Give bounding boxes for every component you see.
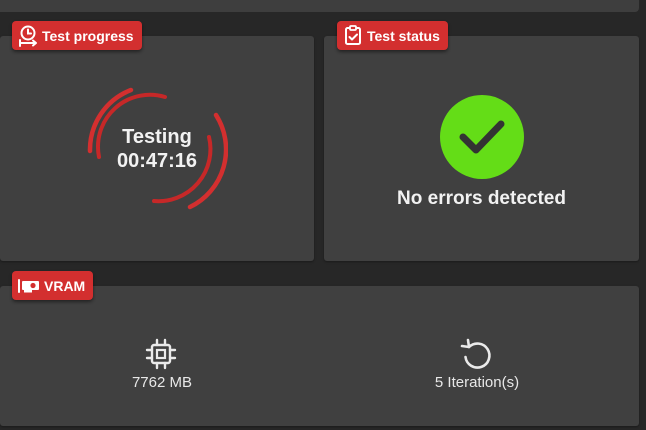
timer-icon xyxy=(19,25,37,47)
reload-icon xyxy=(460,338,491,369)
chip-icon xyxy=(145,338,177,370)
clipboard-check-icon xyxy=(345,25,361,45)
elapsed-time: 00:47:16 xyxy=(116,150,198,172)
vram-card xyxy=(0,286,639,426)
vram-tag: VRAM xyxy=(12,271,94,300)
vram-memory-value: 7762 MB xyxy=(131,374,193,391)
top-panel-edge xyxy=(0,0,639,12)
test-state-label: Testing xyxy=(122,126,192,148)
test-progress-tag: Test progress xyxy=(12,21,142,50)
checkmark-icon xyxy=(459,120,505,154)
vram-tag-label: VRAM xyxy=(44,277,86,294)
status-message: No errors detected xyxy=(397,188,566,209)
dashboard: Test progress Testing 00:47:16 Test stat… xyxy=(0,0,646,430)
test-status-tag: Test status xyxy=(337,21,448,50)
test-progress-tag-label: Test progress xyxy=(42,27,134,44)
graphics-card-icon xyxy=(18,278,39,293)
success-indicator xyxy=(440,95,524,179)
iteration-count: 5 Iteration(s) xyxy=(434,374,520,391)
test-status-tag-label: Test status xyxy=(367,27,440,44)
